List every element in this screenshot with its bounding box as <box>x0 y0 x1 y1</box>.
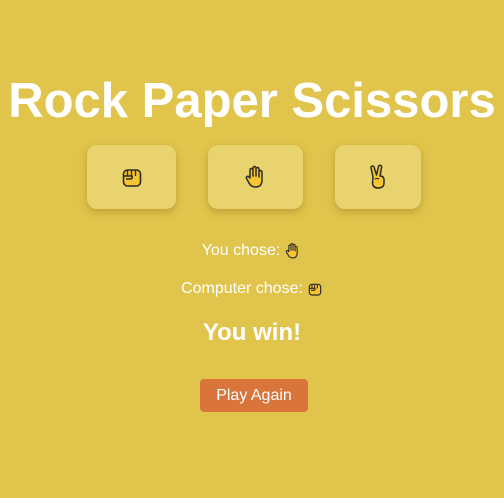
play-again-button[interactable]: Play Again <box>200 379 308 412</box>
raised-hand-icon <box>245 165 263 188</box>
computer-choice-label: Computer chose: <box>181 280 303 297</box>
rock-button[interactable] <box>87 145 176 209</box>
raised-fist-icon <box>308 283 322 296</box>
result-text: You win! <box>202 319 302 346</box>
game-title: Rock Paper Scissors <box>8 74 496 128</box>
victory-hand-icon <box>370 164 385 189</box>
player-choice-line: You chose: <box>0 242 504 260</box>
scissors-button[interactable] <box>335 145 421 209</box>
player-choice-label: You chose: <box>201 242 281 259</box>
paper-button[interactable] <box>208 145 303 209</box>
raised-fist-icon <box>122 169 141 187</box>
raised-hand-icon <box>286 243 299 259</box>
computer-choice-line: Computer chose: <box>0 280 504 298</box>
